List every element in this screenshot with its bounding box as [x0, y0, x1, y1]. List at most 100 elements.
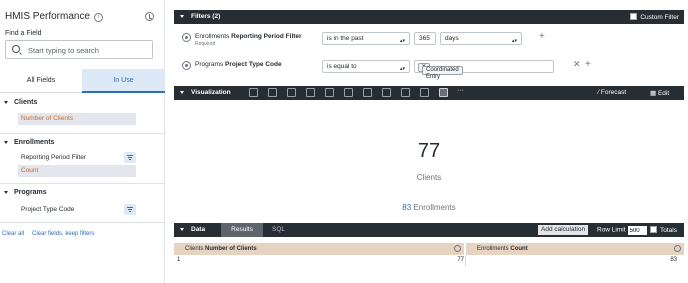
clear-all-link[interactable]: Clear all [2, 231, 24, 237]
results-header: Clients Number of Clients Enrollments Co… [174, 243, 684, 255]
table-row: 1 77 83 [174, 255, 684, 266]
group-programs[interactable]: Programs [0, 188, 164, 200]
operator-select[interactable]: is in the past ▴▾ [322, 32, 410, 45]
add-calculation-button[interactable]: Add calculation [538, 225, 589, 235]
totals-toggle[interactable]: Totals [650, 226, 677, 234]
map-icon[interactable] [382, 88, 391, 97]
filter-icon[interactable] [124, 204, 136, 215]
filters-title: Filters (2) [191, 13, 221, 20]
custom-filter-toggle[interactable]: Custom Filter [630, 13, 679, 21]
filter-label: Programs Project Type Code [195, 61, 282, 68]
bar-chart-icon[interactable] [287, 88, 296, 97]
filter-field: Project Type Code [225, 61, 282, 68]
info-icon[interactable]: i [94, 13, 104, 22]
single-value-icon[interactable] [439, 88, 448, 97]
comparison-label: Enrollments [413, 203, 456, 212]
divider [0, 222, 164, 223]
tab-in-use[interactable]: In Use [82, 69, 165, 93]
divider [0, 133, 164, 134]
data-header[interactable]: Data Results SQL Add calculation Row Lim… [174, 223, 684, 237]
cell-count[interactable]: 83 [654, 255, 677, 266]
filter-icon[interactable] [124, 152, 136, 163]
period-value-input[interactable]: 365 [414, 32, 436, 45]
column-header-count[interactable]: Enrollments Count [466, 243, 684, 255]
operator-value: is in the past [327, 35, 364, 42]
filter-row-project-type: Programs Project Type Code is equal to ▴▾… [174, 56, 684, 80]
column-header-clients[interactable]: Clients Number of Clients [174, 243, 464, 255]
filters-header[interactable]: Filters (2) Custom Filter [174, 10, 684, 24]
group-enrollments[interactable]: Enrollments [0, 138, 164, 150]
forecast-icon: ⁄ [598, 89, 600, 96]
gear-icon[interactable] [182, 33, 191, 42]
search-icon [12, 45, 20, 53]
tab-all-fields[interactable]: All Fields [0, 69, 82, 93]
tab-results[interactable]: Results [221, 223, 263, 237]
collapse-icon [180, 15, 184, 18]
gear-icon[interactable] [182, 61, 191, 70]
custom-filter-label: Custom Filter [640, 14, 679, 21]
filter-view: Enrollments [195, 33, 230, 40]
area-chart-icon[interactable] [344, 88, 353, 97]
row-limit-label: Row Limit [597, 226, 626, 234]
find-field-label: Find a Field [5, 30, 42, 37]
line-chart-icon[interactable] [325, 88, 334, 97]
gear-icon[interactable] [674, 245, 681, 252]
field-reporting-period-filter[interactable]: Reporting Period Filter [18, 152, 136, 164]
group-programs-label: Programs [14, 189, 47, 196]
collapse-icon [4, 101, 8, 104]
group-clients-label: Clients [14, 99, 38, 106]
value-chip[interactable]: Coordinated Entry × [418, 63, 463, 80]
column-field: Count [510, 246, 528, 252]
field-picker-sidebar: HMIS Performancei Find a Field All Field… [0, 0, 165, 283]
column-view: Enrollments [477, 246, 509, 252]
operator-select[interactable]: is equal to ▴▾ [322, 60, 410, 73]
row-limit-input[interactable] [627, 226, 647, 235]
field-tabs: All Fields In Use [0, 69, 165, 93]
remove-filter-icon[interactable]: ✕ [573, 59, 581, 70]
comparison-value: 83 Enrollments [174, 203, 684, 212]
collapse-icon [180, 228, 184, 231]
column-chart-icon[interactable] [268, 88, 277, 97]
unit-select[interactable]: days ▴▾ [440, 32, 522, 45]
add-filter-plus-icon[interactable]: + [585, 59, 591, 70]
pin-map-icon[interactable] [401, 88, 410, 97]
clear-fields-link[interactable]: Clear fields, keep filters [32, 231, 94, 237]
totals-label: Totals [660, 227, 677, 234]
scatter-chart-icon[interactable] [306, 88, 315, 97]
table-vis-icon[interactable] [249, 88, 258, 97]
field-count[interactable]: Count [18, 165, 136, 177]
cell-clients[interactable]: 77 [444, 255, 464, 266]
field-search-input[interactable] [28, 44, 148, 56]
comparison-number: 83 [402, 203, 412, 212]
tab-sql[interactable]: SQL [272, 223, 285, 237]
row-limit: Row Limit [597, 226, 647, 235]
explore-title: HMIS Performance i [5, 11, 104, 22]
field-project-type-code[interactable]: Project Type Code [18, 204, 136, 216]
checkbox-icon [650, 226, 657, 233]
visualization-title: Visualization [191, 89, 231, 96]
add-filter-plus-icon[interactable]: + [539, 31, 545, 42]
data-title: Data [191, 226, 206, 233]
collapse-icon [4, 141, 8, 144]
single-value: 77 [417, 140, 441, 162]
chip-label: Coordinated Entry [422, 66, 463, 80]
clock-icon[interactable] [145, 12, 154, 21]
divider [0, 183, 164, 184]
field-search-box[interactable] [5, 40, 153, 59]
gear-icon[interactable] [454, 245, 461, 252]
field-number-of-clients[interactable]: Number of Clients [18, 113, 136, 125]
edit-icon: ▦ [650, 90, 657, 97]
column-divider [465, 255, 466, 266]
more-vis-icon[interactable]: ··· [457, 87, 464, 94]
pie-chart-icon[interactable] [363, 88, 372, 97]
filter-value-input[interactable]: Coordinated Entry × [414, 60, 554, 80]
forecast-button[interactable]: ⁄ Forecast [598, 89, 626, 96]
select-arrows-icon: ▴▾ [511, 38, 517, 44]
timeline-icon[interactable] [420, 88, 429, 97]
group-clients[interactable]: Clients [0, 98, 164, 110]
required-label: Required [195, 41, 216, 47]
operator-value: is equal to [327, 63, 357, 70]
edit-button[interactable]: ▦ Edit [650, 89, 669, 97]
forecast-label: Forecast [600, 89, 627, 96]
visualization-header[interactable]: Visualization ··· ⁄ Forecast ▦ Edit [174, 86, 684, 100]
